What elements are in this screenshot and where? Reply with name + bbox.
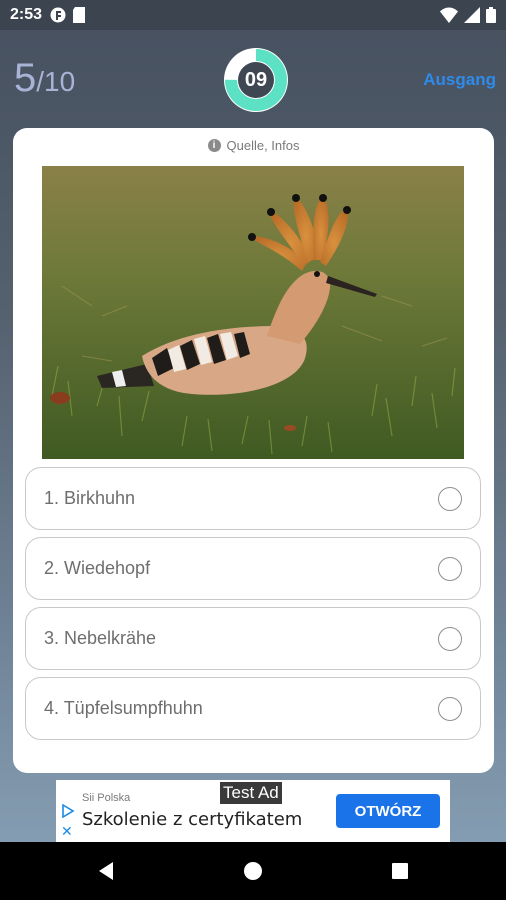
question-card: i Quelle, Infos 1. Birkhuhn 2. Wiedehopf… — [13, 128, 494, 773]
navigation-bar — [0, 842, 506, 900]
back-icon[interactable] — [96, 861, 116, 886]
ad-close-icon[interactable]: ✕ — [61, 823, 73, 840]
ad-choices-icon[interactable] — [61, 803, 75, 823]
recents-icon[interactable] — [390, 861, 410, 886]
source-info-link[interactable]: i Quelle, Infos — [13, 138, 494, 153]
status-bar: 2:53 — [0, 0, 506, 30]
ad-headline: Szkolenie z certyfikatem — [82, 809, 303, 830]
radio-button[interactable] — [438, 627, 462, 651]
info-icon: i — [207, 139, 221, 152]
timer-value: 09 — [244, 68, 268, 91]
quiz-header: 5/10 09 Ausgang — [0, 42, 506, 118]
source-info-label: Quelle, Infos — [226, 138, 300, 153]
bird-photo — [42, 166, 464, 459]
answer-label: 3. Nebelkrähe — [44, 628, 157, 648]
answer-label: 1. Birkhuhn — [44, 488, 136, 508]
answer-label: 2. Wiedehopf — [44, 558, 151, 578]
ad-advertiser: Sii Polska — [82, 792, 131, 804]
status-time: 2:53 — [10, 6, 43, 23]
ad-banner[interactable]: Test Ad ✕ Sii Polska Szkolenie z certyfi… — [56, 780, 450, 842]
radio-button[interactable] — [438, 557, 462, 581]
progress-separator: / — [36, 66, 45, 97]
home-icon[interactable] — [243, 861, 263, 886]
current-question-number: 5 — [14, 56, 37, 100]
signal-icon — [464, 7, 480, 28]
answer-option-2[interactable]: 2. Wiedehopf — [25, 537, 481, 600]
countdown-timer: 09 — [223, 47, 289, 113]
battery-icon — [486, 7, 496, 28]
answer-option-4[interactable]: 4. Tüpfelsumpfhuhn — [25, 677, 481, 740]
test-ad-tag: Test Ad — [220, 782, 282, 804]
exit-button[interactable]: Ausgang — [423, 70, 496, 90]
answer-label: 4. Tüpfelsumpfhuhn — [44, 698, 203, 718]
app-notification-icon — [50, 7, 66, 23]
radio-button[interactable] — [438, 697, 462, 721]
radio-button[interactable] — [438, 487, 462, 511]
answer-option-1[interactable]: 1. Birkhuhn — [25, 467, 481, 530]
wifi-icon — [440, 7, 458, 28]
question-progress: 5/10 — [14, 56, 75, 101]
answer-option-3[interactable]: 3. Nebelkrähe — [25, 607, 481, 670]
sd-card-icon — [72, 7, 88, 23]
total-questions: 10 — [44, 66, 76, 97]
status-icons — [440, 7, 496, 28]
ad-open-button[interactable]: OTWÓRZ — [336, 794, 440, 828]
